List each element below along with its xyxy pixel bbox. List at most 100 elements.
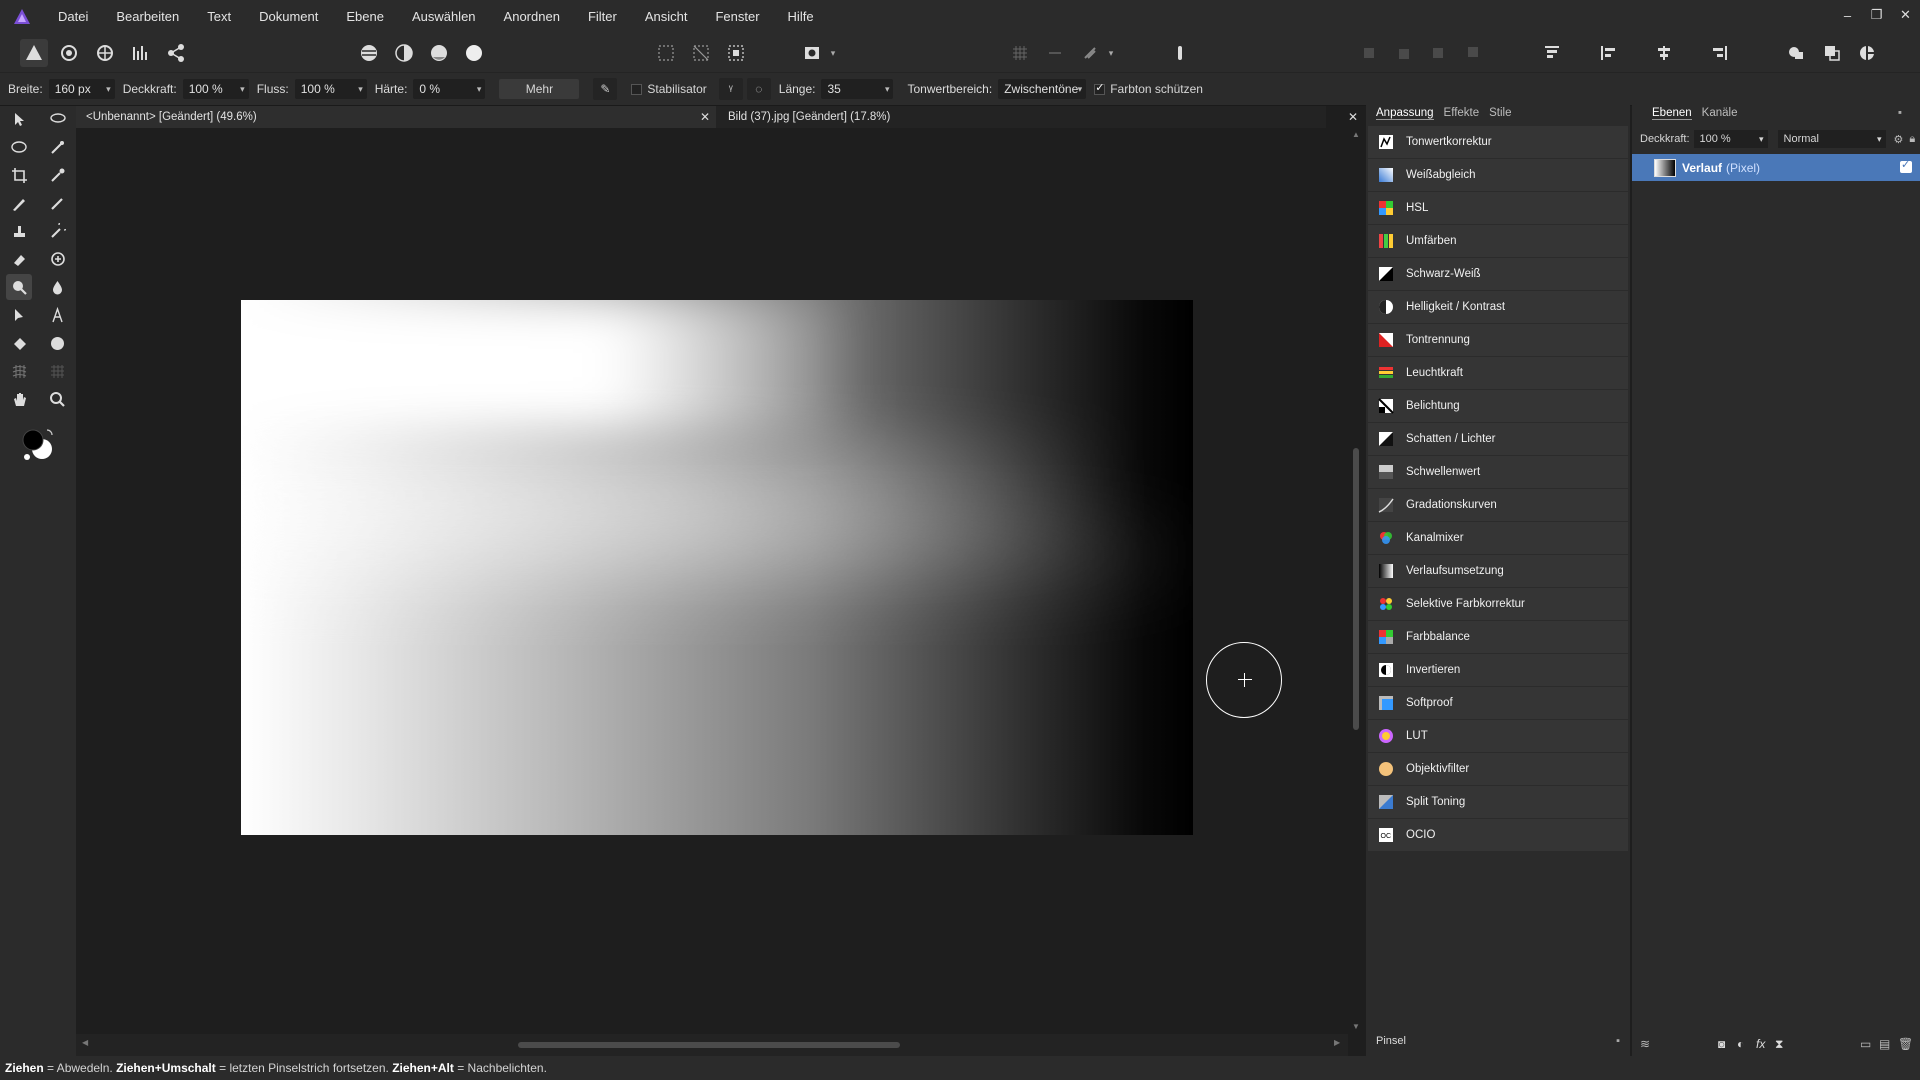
snapping-options-icon[interactable] (1041, 39, 1069, 67)
tab-stile[interactable]: Stile (1489, 107, 1511, 119)
menu-ansicht[interactable]: Ansicht (631, 0, 702, 34)
more-button[interactable]: Mehr (499, 79, 580, 99)
adjustment-item[interactable]: LUT (1368, 720, 1628, 752)
gear-icon[interactable]: ⚙ (1894, 133, 1904, 146)
stabilizer-checkbox[interactable] (631, 83, 643, 95)
width-field[interactable]: 160 px ▾ (48, 79, 115, 99)
adjustment-item[interactable]: Kanalmixer (1368, 522, 1628, 554)
window-mode-icon[interactable]: ◌ (746, 78, 771, 100)
close-icon[interactable]: ✕ (700, 106, 710, 128)
liquify-persona-icon[interactable] (55, 39, 83, 67)
export-persona-icon[interactable] (162, 39, 190, 67)
add-group-icon[interactable]: ▭ (1860, 1037, 1876, 1053)
layer-row[interactable]: Verlauf (Pixel) (1632, 154, 1920, 181)
menu-fenster[interactable]: Fenster (701, 0, 773, 34)
horizontal-scrollbar[interactable]: ◀ ▶ (76, 1034, 1348, 1056)
adjustment-item[interactable]: Tonwertkorrektur (1368, 126, 1628, 158)
boolean-subtract-icon[interactable] (1818, 39, 1846, 67)
boolean-intersect-icon[interactable] (1853, 39, 1881, 67)
adjustment-item[interactable]: Selektive Farbkorrektur (1368, 588, 1628, 620)
mesh-warp-icon[interactable] (6, 358, 32, 384)
adjustment-item[interactable]: OC OCIO (1368, 819, 1628, 851)
adjustment-item[interactable]: Softproof (1368, 687, 1628, 719)
align-right-icon[interactable] (1706, 39, 1734, 67)
hardness-field[interactable]: 0 % ▾ (413, 79, 486, 99)
lock-icon[interactable]: 🔒︎ (1909, 133, 1915, 146)
scroll-down-icon[interactable]: ▼ (1352, 1022, 1360, 1031)
menu-filter[interactable]: Filter (574, 0, 631, 34)
adjustment-item[interactable]: Farbbalance (1368, 621, 1628, 653)
adjustment-item[interactable]: Belichtung (1368, 390, 1628, 422)
rope-mode-icon[interactable]: ᵞ (718, 78, 743, 100)
shape-tool-icon[interactable] (44, 330, 70, 356)
scroll-up-icon[interactable]: ▲ (1352, 130, 1360, 139)
quick-mask-icon[interactable] (798, 39, 826, 67)
view-tool-icon[interactable] (6, 386, 32, 412)
auto-levels-icon[interactable] (355, 39, 383, 67)
menu-ebene[interactable]: Ebene (332, 0, 398, 34)
tab-kanaele[interactable]: Kanäle (1702, 107, 1738, 119)
fx-icon[interactable]: fx (1756, 1037, 1772, 1053)
tab-anpassung[interactable]: Anpassung (1376, 107, 1434, 120)
brush-pressure-icon[interactable]: ✎ (593, 78, 618, 100)
adjustment-item[interactable]: Invertieren (1368, 654, 1628, 686)
mask-layer-icon[interactable]: ◙ (1718, 1037, 1734, 1053)
order-forward-icon[interactable] (1424, 39, 1452, 67)
invert-selection-icon[interactable] (722, 39, 750, 67)
menu-anordnen[interactable]: Anordnen (490, 0, 574, 34)
snapping-dropdown-icon[interactable]: ▾ (1104, 39, 1118, 67)
minimize-button[interactable]: – (1833, 0, 1862, 30)
auto-white-balance-icon[interactable] (460, 39, 488, 67)
tab-ebenen[interactable]: Ebenen (1652, 107, 1692, 120)
scroll-left-icon[interactable]: ◀ (82, 1038, 88, 1047)
flow-field[interactable]: 100 % ▾ (294, 79, 367, 99)
boolean-add-icon[interactable] (1782, 39, 1810, 67)
tonal-range-select[interactable]: Zwischentöne ▾ (998, 79, 1087, 99)
adjustment-item[interactable]: Schwellenwert (1368, 456, 1628, 488)
adjustment-item[interactable]: Schatten / Lichter (1368, 423, 1628, 455)
deselect-icon[interactable] (687, 39, 715, 67)
adjustment-item[interactable]: Gradationskurven (1368, 489, 1628, 521)
blend-mode-select[interactable]: Normal ▾ (1777, 130, 1886, 148)
order-backward-icon[interactable] (1390, 39, 1418, 67)
menu-hilfe[interactable]: Hilfe (774, 0, 828, 34)
color-swatches-icon[interactable] (18, 424, 58, 464)
adjustment-item[interactable]: Helligkeit / Kontrast (1368, 291, 1628, 323)
layer-opacity-field[interactable]: 100 % ▾ (1693, 130, 1768, 148)
node-tool-icon[interactable] (6, 302, 32, 328)
grid-snapping-icon[interactable] (1006, 39, 1034, 67)
adjustment-item[interactable]: Verlaufsumsetzung (1368, 555, 1628, 587)
align-left-icon[interactable] (1594, 39, 1622, 67)
blur-tool-icon[interactable] (44, 274, 70, 300)
adjustment-item[interactable]: Schwarz-Weiß (1368, 258, 1628, 290)
restore-button[interactable]: ❐ (1862, 0, 1891, 30)
fill-tool-icon[interactable] (6, 330, 32, 356)
menu-auswaehlen[interactable]: Auswählen (398, 0, 490, 34)
adjustment-item[interactable]: Tontrennung (1368, 324, 1628, 356)
tab-document-unnamed[interactable]: <Unbenannt> [Geändert] (49.6%) ✕ (76, 106, 716, 128)
adjustment-item[interactable]: Umfärben (1368, 225, 1628, 257)
dodge-tool-icon[interactable] (6, 274, 32, 300)
assistant-icon[interactable] (1166, 39, 1194, 67)
delete-layer-icon[interactable]: 🗑︎ (1898, 1037, 1914, 1053)
paint-brush-icon[interactable] (6, 190, 32, 216)
gradient-image[interactable] (241, 300, 1193, 835)
order-back-icon[interactable] (1356, 39, 1384, 67)
vertical-scroll-thumb[interactable] (1353, 448, 1359, 730)
eraser-tool-icon[interactable] (6, 246, 32, 272)
tab-effekte[interactable]: Effekte (1444, 107, 1480, 119)
add-layer-icon[interactable]: ▤ (1879, 1037, 1895, 1053)
freehand-selection-icon[interactable] (44, 106, 70, 132)
adjustment-item[interactable]: Split Toning (1368, 786, 1628, 818)
protect-hue-checkbox[interactable] (1094, 81, 1106, 95)
adjustment-item[interactable]: Objektivfilter (1368, 753, 1628, 785)
snapping-magnet-icon[interactable] (1076, 39, 1104, 67)
tone-mapping-persona-icon[interactable] (127, 39, 155, 67)
align-center-icon[interactable] (1650, 39, 1678, 67)
scroll-right-icon[interactable]: ▶ (1334, 1038, 1340, 1047)
adjustment-item[interactable]: Weißabgleich (1368, 159, 1628, 191)
auto-colors-icon[interactable] (425, 39, 453, 67)
select-all-icon[interactable] (652, 39, 680, 67)
length-field[interactable]: 35 ▾ (821, 79, 894, 99)
layer-stack-icon[interactable]: ≋ (1640, 1037, 1656, 1053)
